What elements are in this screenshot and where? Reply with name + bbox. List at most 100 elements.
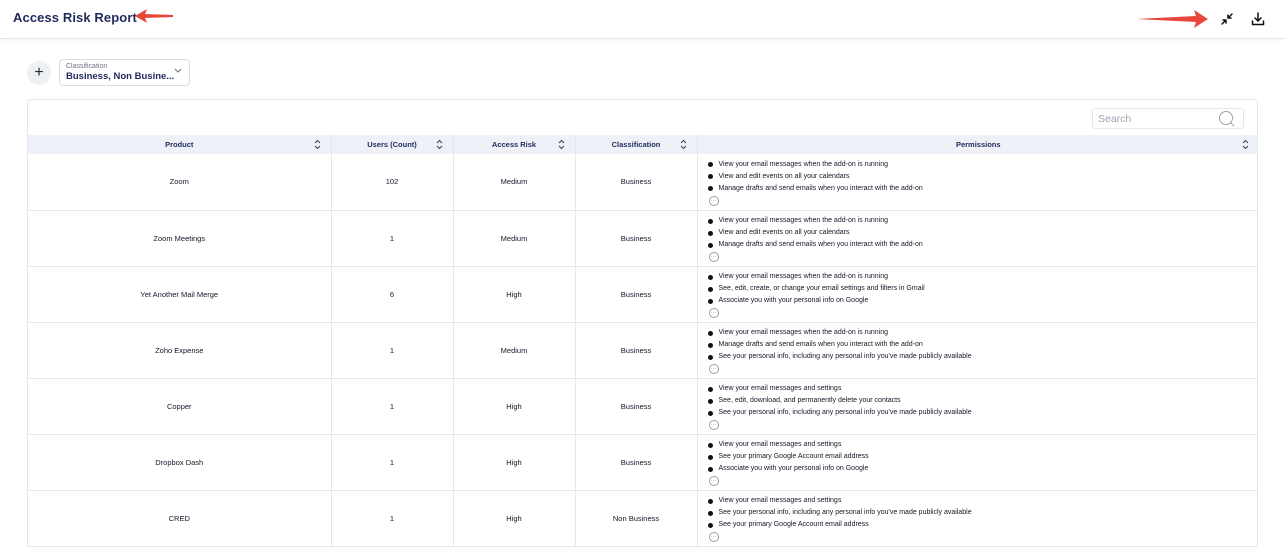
permission-item: Associate you with your personal info on…: [707, 463, 1258, 475]
users-cell: 6: [331, 266, 454, 323]
product-cell: Zoom: [28, 154, 332, 211]
product-cell: Dropbox Dash: [28, 434, 332, 491]
users-cell: 1: [331, 434, 454, 491]
permissions-list: View your email messages when the add-on…: [698, 159, 1258, 195]
download-icon[interactable]: [1249, 10, 1267, 28]
permission-item: Manage drafts and send emails when you i…: [707, 183, 1258, 195]
more-permissions-icon[interactable]: ···: [708, 364, 719, 374]
classification-cell: Business: [575, 434, 698, 491]
product-cell: CRED: [28, 490, 332, 547]
permission-item: See your primary Google Account email ad…: [707, 451, 1258, 463]
sort-icon[interactable]: [436, 139, 443, 150]
table-row[interactable]: Yet Another Mail Merge 6 High Business V…: [28, 266, 1258, 323]
permission-item: View and edit events on all your calenda…: [707, 171, 1258, 183]
page-title: Access Risk Report: [13, 10, 137, 25]
sort-icon[interactable]: [314, 139, 321, 150]
permission-item: View your email messages and settings: [707, 383, 1258, 395]
search-input[interactable]: [1098, 111, 1216, 127]
users-cell: 1: [331, 210, 454, 267]
table-row[interactable]: Zoom Meetings 1 Medium Business View you…: [28, 210, 1258, 267]
permission-item: View your email messages and settings: [707, 495, 1258, 507]
permissions-cell: View your email messages when the add-on…: [697, 322, 1258, 379]
page-header: Access Risk Report: [0, 0, 1285, 39]
annotation-arrow-left-icon: [135, 9, 173, 23]
permissions-list: View your email messages when the add-on…: [698, 215, 1258, 251]
permission-item: Associate you with your personal info on…: [707, 295, 1258, 307]
product-cell: Yet Another Mail Merge: [28, 266, 332, 323]
permission-item: View your email messages when the add-on…: [707, 327, 1258, 339]
permissions-list: View your email messages and settings Se…: [698, 439, 1258, 475]
plus-icon: +: [34, 64, 44, 81]
permission-item: Manage drafts and send emails when you i…: [707, 239, 1258, 251]
permissions-cell: View your email messages when the add-on…: [697, 154, 1258, 211]
permissions-cell: View your email messages and settings Se…: [697, 434, 1258, 491]
risk-cell: High: [453, 434, 576, 491]
more-permissions-icon[interactable]: ···: [708, 252, 719, 262]
filter-value: Business, Non Busine...: [66, 71, 175, 82]
classification-cell: Business: [575, 154, 698, 211]
search-icon[interactable]: [1217, 110, 1237, 128]
permission-item: View and edit events on all your calenda…: [707, 227, 1258, 239]
table-row[interactable]: Dropbox Dash 1 High Business View your e…: [28, 434, 1258, 491]
users-cell: 102: [331, 154, 454, 211]
filter-label: Classification: [66, 63, 108, 70]
risk-cell: Medium: [453, 322, 576, 379]
sort-icon[interactable]: [1242, 139, 1249, 150]
column-header-access-risk[interactable]: Access Risk: [453, 135, 576, 154]
classification-cell: Business: [575, 210, 698, 267]
classification-filter[interactable]: Classification Business, Non Busine...: [59, 59, 190, 86]
permissions-cell: View your email messages when the add-on…: [697, 266, 1258, 323]
permission-item: See, edit, download, and permanently del…: [707, 395, 1258, 407]
column-header-classification[interactable]: Classification: [575, 135, 698, 154]
users-cell: 1: [331, 322, 454, 379]
risk-cell: High: [453, 378, 576, 435]
table-row[interactable]: Zoom 102 Medium Business View your email…: [28, 154, 1258, 211]
table-header-row: Product Users (Count) Access Risk Classi…: [28, 135, 1257, 154]
column-header-permissions[interactable]: Permissions: [697, 135, 1257, 154]
add-filter-button[interactable]: +: [27, 61, 51, 85]
column-header-product[interactable]: Product: [28, 135, 332, 154]
column-header-users[interactable]: Users (Count): [331, 135, 454, 154]
table-row[interactable]: CRED 1 High Non Business View your email…: [28, 490, 1258, 547]
report-panel: Product Users (Count) Access Risk Classi…: [27, 99, 1258, 547]
risk-cell: High: [453, 266, 576, 323]
product-cell: Zoho Expense: [28, 322, 332, 379]
collapse-icon[interactable]: [1218, 10, 1236, 28]
risk-cell: Medium: [453, 154, 576, 211]
classification-cell: Non Business: [575, 490, 698, 547]
permissions-list: View your email messages when the add-on…: [698, 327, 1258, 363]
classification-cell: Business: [575, 266, 698, 323]
users-cell: 1: [331, 378, 454, 435]
sort-icon[interactable]: [680, 139, 687, 150]
sort-icon[interactable]: [558, 139, 565, 150]
permissions-cell: View your email messages and settings Se…: [697, 378, 1258, 435]
more-permissions-icon[interactable]: ···: [708, 476, 719, 486]
users-cell: 1: [331, 490, 454, 547]
more-permissions-icon[interactable]: ···: [708, 308, 719, 318]
permissions-list: View your email messages and settings Se…: [698, 495, 1258, 531]
risk-cell: High: [453, 490, 576, 547]
access-risk-table: Product Users (Count) Access Risk Classi…: [28, 135, 1258, 547]
classification-cell: Business: [575, 378, 698, 435]
table-row[interactable]: Copper 1 High Business View your email m…: [28, 378, 1258, 435]
product-cell: Zoom Meetings: [28, 210, 332, 267]
annotation-arrow-right-icon: [1136, 10, 1208, 28]
table-row[interactable]: Zoho Expense 1 Medium Business View your…: [28, 322, 1258, 379]
permission-item: See your personal info, including any pe…: [707, 407, 1258, 419]
permission-item: See, edit, create, or change your email …: [707, 283, 1258, 295]
permission-item: See your personal info, including any pe…: [707, 507, 1258, 519]
permissions-cell: View your email messages when the add-on…: [697, 210, 1258, 267]
permission-item: View your email messages when the add-on…: [707, 159, 1258, 171]
search-box[interactable]: [1092, 108, 1244, 129]
permissions-list: View your email messages and settings Se…: [698, 383, 1258, 419]
permission-item: See your primary Google Account email ad…: [707, 519, 1258, 531]
more-permissions-icon[interactable]: ···: [708, 195, 719, 206]
more-permissions-icon[interactable]: ···: [708, 420, 719, 430]
permission-item: Manage drafts and send emails when you i…: [707, 339, 1258, 351]
permission-item: View your email messages when the add-on…: [707, 215, 1258, 227]
permissions-cell: View your email messages and settings Se…: [697, 490, 1258, 547]
permissions-list: View your email messages when the add-on…: [698, 271, 1258, 307]
risk-cell: Medium: [453, 210, 576, 267]
permission-item: See your personal info, including any pe…: [707, 351, 1258, 363]
more-permissions-icon[interactable]: ···: [708, 532, 719, 542]
